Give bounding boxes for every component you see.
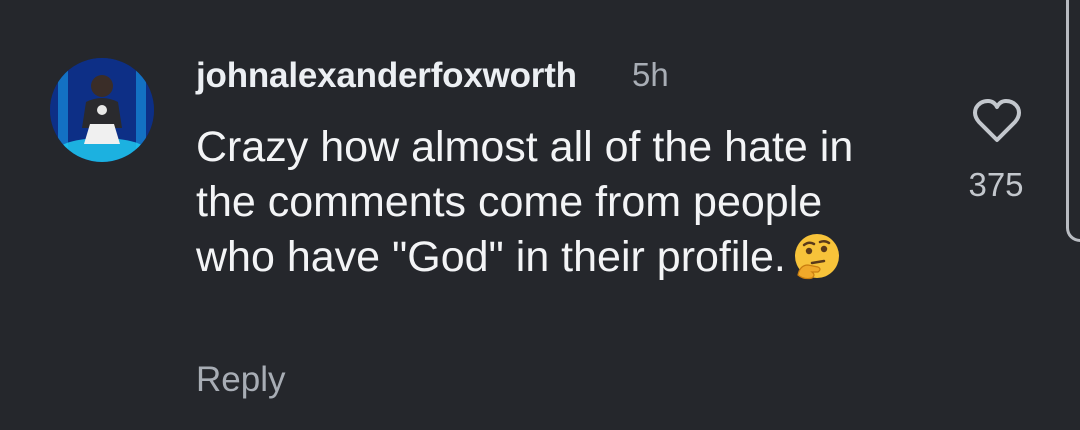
avatar-image — [50, 58, 154, 162]
reply-button[interactable]: Reply — [196, 360, 285, 400]
comment-item: johnalexanderfoxworth 5h Crazy how almos… — [0, 0, 1080, 430]
comment-body: Crazy how almost all of the hate in the … — [196, 120, 896, 285]
comment-text: Crazy how almost all of the hate in the … — [196, 123, 854, 281]
scrollbar[interactable] — [1066, 0, 1080, 242]
thinking-face-icon — [794, 234, 839, 280]
heart-outline-icon[interactable] — [972, 98, 1022, 144]
avatar[interactable] — [50, 58, 154, 162]
comment-timestamp: 5h — [632, 56, 669, 93]
like-count: 375 — [968, 166, 1024, 203]
comment-username[interactable]: johnalexanderfoxworth — [196, 56, 577, 96]
